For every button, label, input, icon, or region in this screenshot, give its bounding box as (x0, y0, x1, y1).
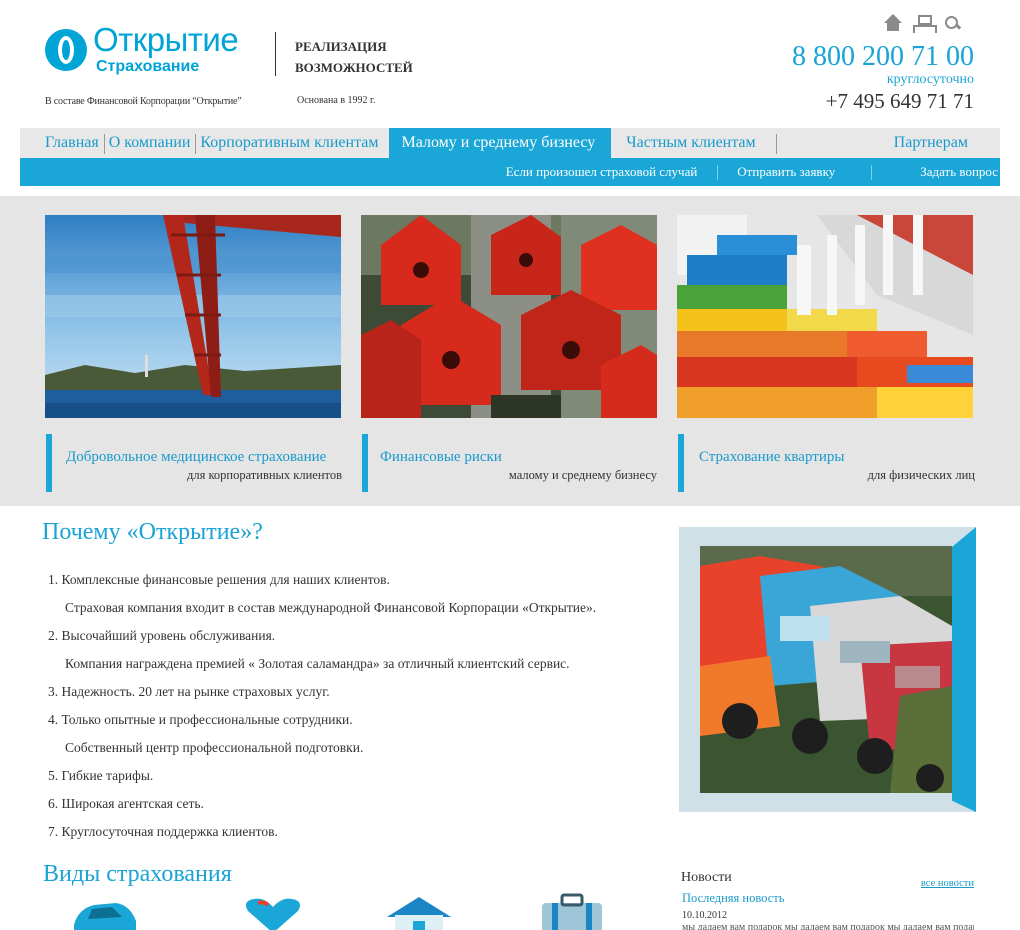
luggage-icon[interactable] (538, 893, 608, 930)
hotline-phone[interactable]: 8 800 200 71 00 (792, 40, 974, 74)
tile-image-birdhouses[interactable] (361, 215, 657, 418)
why-item-detail: Страховая компания входит в состав между… (65, 600, 597, 615)
logo-mark[interactable] (45, 29, 87, 71)
why-item: 4. Только опытные и профессиональные сот… (48, 712, 353, 727)
main-nav: Главная О компании Корпоративным клиента… (20, 128, 1000, 158)
home-icon[interactable] (882, 13, 904, 33)
nav-item-about[interactable]: О компании (103, 128, 196, 158)
founded-note: Основана в 1992 г. (297, 95, 376, 106)
search-icon[interactable] (942, 13, 964, 33)
tile-image-bridge[interactable] (45, 215, 341, 418)
nav-item-corporate[interactable]: Корпоративным клиентам (195, 128, 383, 158)
sub-nav: Если произошел страховой случай Отправит… (20, 158, 1000, 186)
tile-subtitle-apartment: для физических лиц (867, 468, 975, 482)
sitemap-icon[interactable] (912, 13, 937, 33)
sub-nav-insurance-case[interactable]: Если произошел страховой случай (486, 164, 718, 180)
nav-item-partners[interactable]: Партнерам (889, 128, 1000, 158)
latest-news-link[interactable]: Последняя новость (682, 891, 784, 906)
nav-separator (775, 128, 777, 158)
moscow-phone[interactable]: +7 495 649 71 71 (826, 89, 974, 114)
corporation-note: В составе Финансовой Корпорации “Открыти… (45, 96, 242, 107)
tile-caption-apartment[interactable]: Страхование квартиры для физических лиц (678, 434, 975, 492)
frame-accent (952, 527, 976, 812)
tile-subtitle-financial-risks: малому и среднему бизнесу (508, 468, 657, 482)
logo-name[interactable]: Открытие (93, 22, 239, 58)
news-date: 10.10.2012 (682, 910, 727, 921)
nav-item-home[interactable]: Главная (20, 128, 104, 158)
tile-caption-financial-risks[interactable]: Финансовые риски малому и среднему бизне… (362, 434, 657, 492)
why-item-detail: Собственный центр профессиональной подго… (65, 740, 364, 755)
why-item: 5. Гибкие тарифы. (48, 768, 154, 783)
why-item: 1. Комплексные финансовые решения для на… (48, 572, 390, 587)
logo-divider (275, 32, 276, 76)
why-item: 3. Надежность. 20 лет на рынке страховых… (48, 684, 330, 699)
nav-item-small-business[interactable]: Малому и среднему бизнесу (389, 128, 612, 158)
house-icon[interactable] (385, 893, 455, 930)
heart-icon[interactable] (238, 893, 308, 930)
why-item: 2. Высочайший уровень обслуживания. (48, 628, 276, 643)
tile-subtitle-medical: для корпоративных клиентов (186, 468, 342, 482)
tile-caption-medical[interactable]: Добровольное медицинское страхование для… (46, 434, 342, 492)
why-heading: Почему «Открытие»? (42, 519, 263, 545)
car-icon[interactable] (70, 893, 140, 930)
cars-photo (700, 546, 952, 793)
utility-icons (882, 12, 964, 34)
all-news-link[interactable]: все новости (921, 878, 974, 889)
logo-subtitle: Страхование (96, 58, 200, 75)
news-heading: Новости (681, 870, 732, 885)
why-list: 1. Комплексные финансовые решения для на… (48, 566, 668, 846)
why-item-detail: Компания награждена премией « Золотая са… (65, 656, 570, 671)
nav-item-private[interactable]: Частным клиентам (611, 128, 775, 158)
tile-title-apartment[interactable]: Страхование квартиры (699, 449, 844, 466)
tile-title-financial-risks[interactable]: Финансовые риски (380, 449, 502, 466)
hotline-note: круглосуточно (886, 72, 974, 87)
tile-title-medical[interactable]: Добровольное медицинское страхование (66, 449, 326, 466)
sub-nav-ask-question[interactable]: Задать вопрос (871, 164, 1000, 180)
news-excerpt: мы дадаем вам подарок мы дадаем вам пода… (682, 922, 974, 930)
slogan: РЕАЛИЗАЦИЯ ВОЗМОЖНОСТЕЙ (295, 39, 413, 75)
sub-nav-send-request[interactable]: Отправить заявку (717, 164, 871, 180)
tile-image-colorful-steps[interactable] (677, 215, 973, 418)
insurance-types-heading: Виды страхования (43, 861, 232, 887)
why-item: 6. Широкая агентская сеть. (48, 796, 204, 811)
why-item: 7. Круглосуточная поддержка клиентов. (48, 824, 278, 839)
